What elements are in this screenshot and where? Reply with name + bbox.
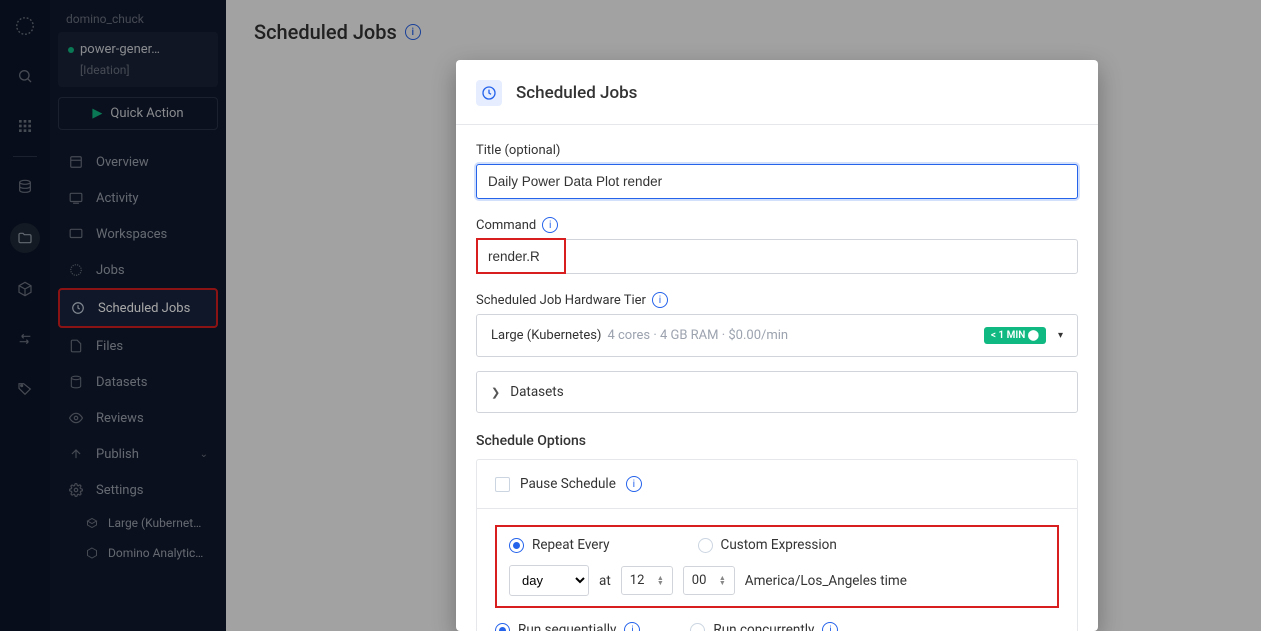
schedule-options-panel: Pause Schedule i Repeat Every Custom Exp… [476,459,1078,631]
minute-input[interactable]: 00 ▲▼ [683,566,735,595]
repeat-every-radio[interactable]: Repeat Every [509,537,610,553]
interval-select[interactable]: day [509,565,589,596]
info-icon[interactable]: i [652,292,668,308]
modal-title: Scheduled Jobs [516,83,637,103]
title-field-label: Title (optional) [476,143,1078,158]
run-sequentially-radio[interactable]: Run sequentially i [495,622,640,631]
tier-specs: 4 cores · 4 GB RAM · $0.00/min [607,328,788,343]
tier-badge: < 1 MIN ⬤ [984,327,1046,344]
spinner-icon[interactable]: ▲▼ [657,576,664,586]
tier-field-label: Scheduled Job Hardware Tier i [476,292,1078,308]
pause-schedule-checkbox[interactable] [495,477,510,492]
command-field-label: Command i [476,217,1078,233]
scheduled-job-modal: Scheduled Jobs Title (optional) Command … [456,60,1098,631]
schedule-options-label: Schedule Options [476,433,1078,449]
spinner-icon[interactable]: ▲▼ [719,576,726,586]
info-icon[interactable]: i [624,622,640,631]
chevron-right-icon: ❯ [491,386,500,399]
info-icon[interactable]: i [542,217,558,233]
chevron-down-icon: ▾ [1058,330,1063,341]
hardware-tier-select[interactable]: Large (Kubernetes) 4 cores · 4 GB RAM · … [476,314,1078,357]
info-icon[interactable]: i [626,476,642,492]
info-icon[interactable]: i [822,622,838,631]
custom-expression-radio[interactable]: Custom Expression [698,537,837,553]
timezone-label: America/Los_Angeles time [745,573,907,589]
at-label: at [599,573,611,589]
command-input[interactable] [476,239,1078,274]
run-concurrently-radio[interactable]: Run concurrently i [690,622,838,631]
hour-input[interactable]: 12 ▲▼ [621,566,673,595]
title-input[interactable] [476,164,1078,199]
repeat-highlight: Repeat Every Custom Expression day at 12… [495,525,1059,608]
pause-schedule-label: Pause Schedule [520,476,616,492]
tier-name: Large (Kubernetes) [491,328,601,343]
datasets-expand[interactable]: ❯ Datasets [476,371,1078,413]
clock-icon [476,80,502,106]
